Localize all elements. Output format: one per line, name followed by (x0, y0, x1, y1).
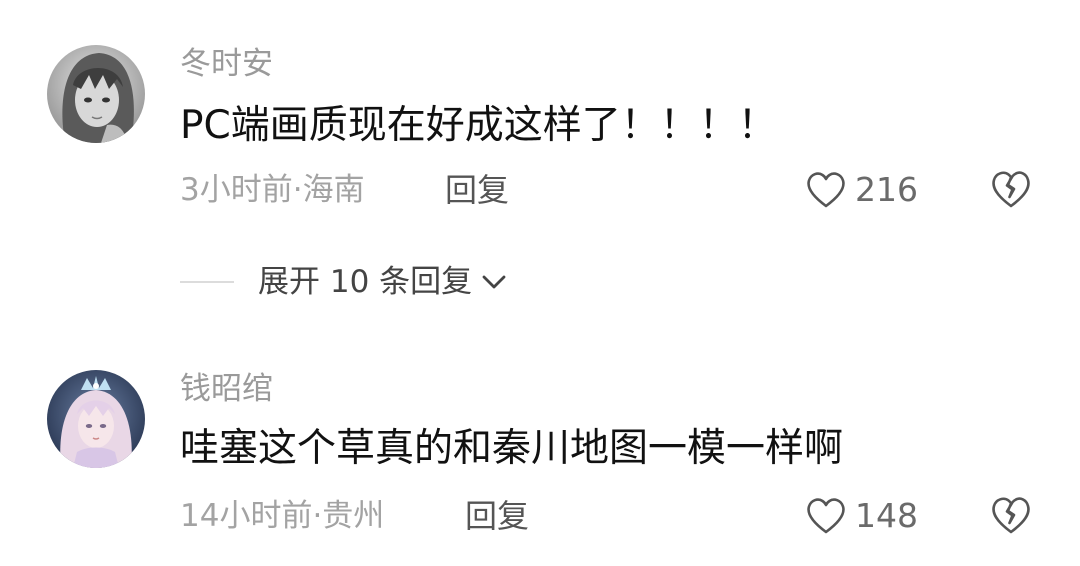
username[interactable]: 钱昭绾 (180, 369, 273, 409)
dislike-button[interactable] (989, 494, 1033, 536)
avatar-image (47, 370, 145, 468)
comment-text: 哇塞这个草真的和秦川地图一模一样啊 (180, 426, 844, 471)
reply-button[interactable]: 回复 (465, 496, 529, 536)
like-count: 148 (855, 496, 918, 535)
heart-outline-icon (807, 498, 845, 534)
broken-heart-icon (992, 497, 1030, 534)
like-button[interactable]: 148 (805, 492, 918, 540)
comment-item: 钱昭绾 哇塞这个草真的和秦川地图一模一样啊 14小时前·贵州 回复 148 (0, 0, 1080, 566)
avatar[interactable] (47, 370, 145, 468)
comment-meta: 14小时前·贵州 (180, 498, 385, 534)
